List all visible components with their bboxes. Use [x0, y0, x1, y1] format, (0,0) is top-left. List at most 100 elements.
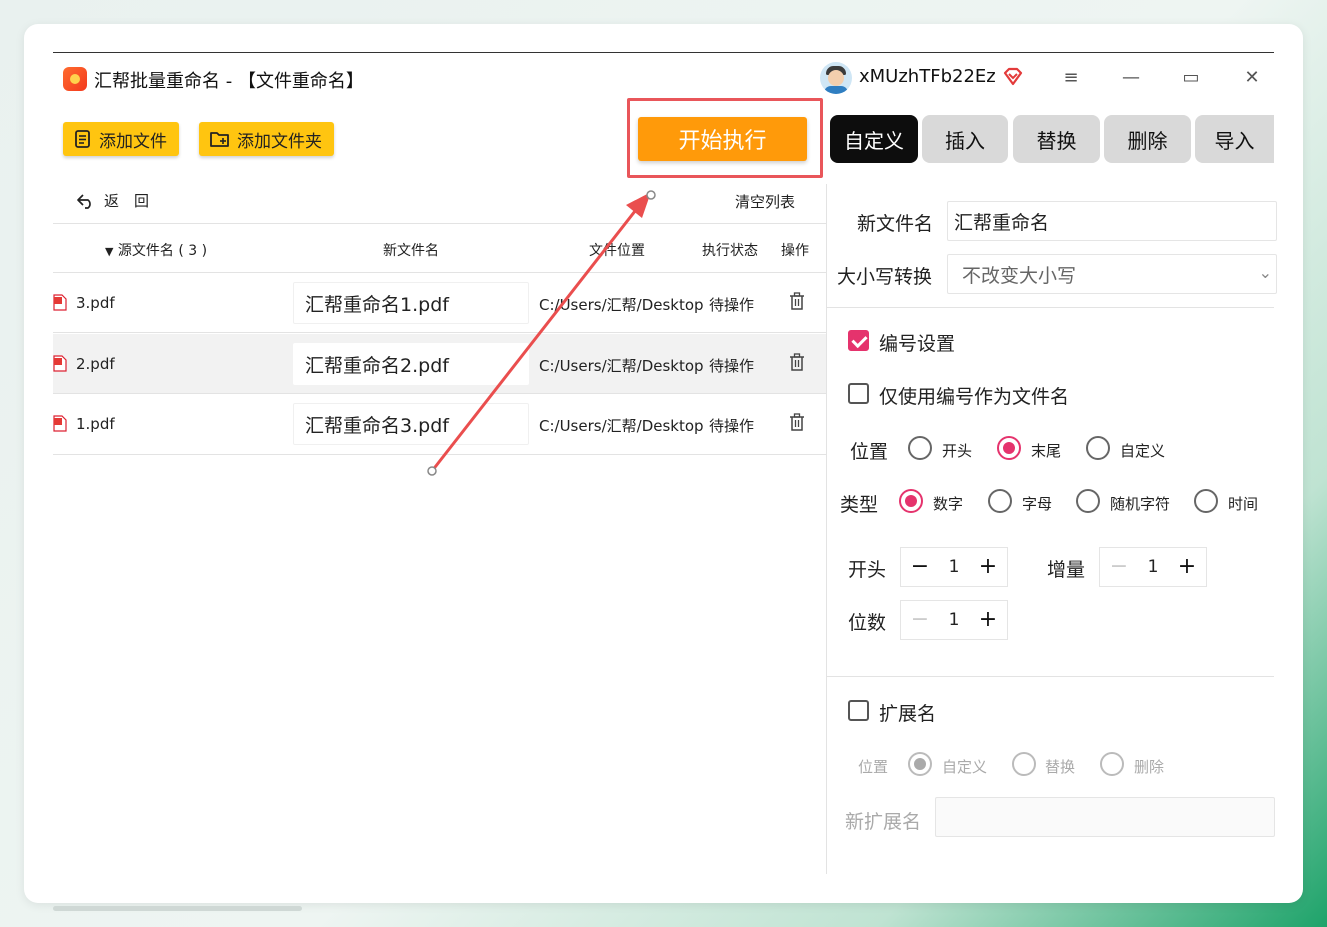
position-option-end: 末尾: [1031, 442, 1062, 460]
add-file-icon: [75, 130, 90, 148]
type-option-random: 随机字符: [1110, 495, 1171, 513]
col-newname-header: 新文件名: [383, 243, 439, 259]
clear-list-button[interactable]: 清空列表: [735, 191, 795, 212]
type-radio-random[interactable]: [1076, 489, 1100, 513]
add-file-button[interactable]: 添加文件: [63, 122, 179, 156]
divider: [827, 676, 1274, 677]
trash-icon[interactable]: [789, 353, 805, 372]
ext-radio-delete[interactable]: [1100, 752, 1124, 776]
decrement-icon[interactable]: −: [910, 609, 930, 631]
new-extension-label: 新扩展名: [845, 811, 922, 833]
decrement-icon[interactable]: −: [910, 556, 930, 578]
only-number-checkbox[interactable]: [848, 383, 869, 404]
increment-value[interactable]: 1: [1148, 557, 1159, 577]
digits-value[interactable]: 1: [949, 610, 960, 630]
app-window: 汇帮批量重命名 - 【文件重命名】 xMUzhTFb22Ez ≡ — ▭ ✕ 添…: [24, 24, 1303, 903]
close-icon[interactable]: ✕: [1241, 66, 1263, 88]
maximize-icon[interactable]: ▭: [1180, 66, 1202, 88]
tab-replace[interactable]: 替换: [1013, 115, 1100, 163]
divider: [827, 307, 1274, 308]
menu-icon[interactable]: ≡: [1060, 66, 1082, 88]
top-divider: [53, 52, 1274, 53]
table-row[interactable]: 3.pdf 汇帮重命名1.pdf C:/Users/汇帮/Desktop 待操作: [53, 273, 826, 333]
minimize-icon[interactable]: —: [1120, 66, 1142, 88]
tab-custom[interactable]: 自定义: [830, 115, 918, 163]
divider: [53, 332, 826, 333]
position-radio-end[interactable]: [997, 436, 1021, 460]
sort-triangle-icon: ▼: [105, 245, 114, 258]
type-radio-letter[interactable]: [988, 489, 1012, 513]
extension-checkbox[interactable]: [848, 700, 869, 721]
window-title: 汇帮批量重命名 - 【文件重命名】: [94, 71, 364, 92]
start-number-stepper: − 1 +: [900, 547, 1008, 587]
start-number-value[interactable]: 1: [949, 557, 960, 577]
increment-icon[interactable]: +: [1177, 556, 1197, 578]
ext-position-label: 位置: [858, 758, 889, 776]
new-name-label: 新文件名: [857, 213, 934, 235]
add-folder-label: 添加文件夹: [237, 131, 322, 152]
type-radio-number[interactable]: [899, 489, 923, 513]
add-folder-button[interactable]: 添加文件夹: [199, 122, 334, 156]
new-name-input[interactable]: 汇帮重命名: [947, 201, 1277, 241]
position-label: 位置: [850, 441, 889, 463]
col-action-header: 操作: [781, 243, 809, 259]
file-location: C:/Users/汇帮/Desktop: [539, 417, 704, 435]
increment-icon[interactable]: +: [978, 556, 998, 578]
source-filename: 3.pdf: [76, 294, 115, 312]
ext-radio-replace[interactable]: [1012, 752, 1036, 776]
case-select-value: 不改变大小写: [962, 264, 1077, 287]
undo-arrow-icon: [77, 193, 91, 209]
increment-label: 增量: [1047, 559, 1086, 581]
case-select[interactable]: 不改变大小写 ⌄: [947, 254, 1277, 294]
file-location: C:/Users/汇帮/Desktop: [539, 296, 704, 314]
col-source-header[interactable]: ▼ 源文件名 ( 3 ): [105, 240, 207, 260]
position-radio-start[interactable]: [908, 436, 932, 460]
col-source-label: 源文件名 ( 3 ): [117, 243, 208, 259]
horizontal-scrollbar[interactable]: [53, 906, 302, 911]
source-filename: 2.pdf: [76, 355, 115, 373]
type-option-letter: 字母: [1022, 495, 1053, 513]
numbering-checkbox[interactable]: [848, 330, 869, 351]
type-label: 类型: [840, 494, 879, 516]
add-file-label: 添加文件: [99, 131, 167, 152]
new-extension-input[interactable]: [935, 797, 1275, 837]
status-label: 待操作: [709, 296, 755, 314]
table-row[interactable]: 1.pdf 汇帮重命名3.pdf C:/Users/汇帮/Desktop 待操作: [53, 394, 826, 454]
trash-icon[interactable]: [789, 413, 805, 432]
tab-import[interactable]: 导入: [1195, 115, 1274, 163]
numbering-label: 编号设置: [879, 333, 956, 355]
vip-diamond-icon[interactable]: [1002, 66, 1024, 88]
type-option-number: 数字: [933, 495, 964, 513]
back-button[interactable]: 返 回: [76, 190, 149, 211]
tab-delete[interactable]: 删除: [1104, 115, 1191, 163]
new-filename-field[interactable]: 汇帮重命名1.pdf: [293, 282, 529, 324]
col-status-header: 执行状态: [702, 243, 758, 259]
pdf-file-icon: [53, 415, 67, 432]
ext-radio-custom[interactable]: [908, 752, 932, 776]
extension-label: 扩展名: [879, 703, 937, 725]
chevron-down-icon: ⌄: [1258, 263, 1272, 282]
col-location-header: 文件位置: [589, 243, 645, 259]
ext-option-delete: 删除: [1134, 758, 1165, 776]
back-label: 返 回: [104, 192, 150, 210]
digits-stepper: − 1 +: [900, 600, 1008, 640]
increment-stepper: − 1 +: [1099, 547, 1207, 587]
start-button[interactable]: 开始执行: [638, 117, 807, 161]
pdf-file-icon: [53, 355, 67, 372]
decrement-icon[interactable]: −: [1109, 556, 1129, 578]
tab-insert[interactable]: 插入: [922, 115, 1008, 163]
new-filename-field[interactable]: 汇帮重命名3.pdf: [293, 403, 529, 445]
divider: [53, 454, 826, 455]
new-filename-field[interactable]: 汇帮重命名2.pdf: [293, 343, 529, 385]
position-radio-custom[interactable]: [1086, 436, 1110, 460]
add-folder-icon: [210, 132, 229, 147]
username[interactable]: xMUzhTFb22Ez: [859, 66, 996, 87]
table-row[interactable]: 2.pdf 汇帮重命名2.pdf C:/Users/汇帮/Desktop 待操作: [53, 334, 826, 394]
type-radio-time[interactable]: [1194, 489, 1218, 513]
position-option-start: 开头: [942, 442, 973, 460]
digits-label: 位数: [848, 612, 887, 634]
increment-icon[interactable]: +: [978, 609, 998, 631]
status-label: 待操作: [709, 357, 755, 375]
user-avatar[interactable]: [820, 62, 852, 94]
trash-icon[interactable]: [789, 292, 805, 311]
